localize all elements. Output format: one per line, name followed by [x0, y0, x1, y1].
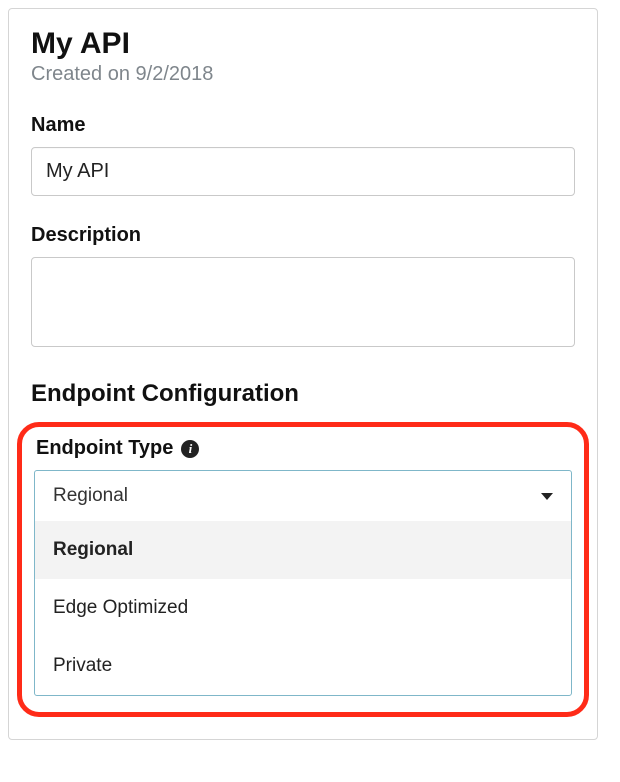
caret-down-icon: [541, 493, 553, 500]
option-private[interactable]: Private: [35, 637, 571, 695]
endpoint-type-select[interactable]: Regional Regional Edge Optimized Private: [34, 470, 572, 696]
option-edge-optimized[interactable]: Edge Optimized: [35, 579, 571, 637]
highlight-annotation: Endpoint Type i Regional Regional Edge O…: [17, 422, 589, 717]
endpoint-type-label: Endpoint Type i: [34, 437, 572, 460]
page-title: My API: [31, 27, 575, 61]
endpoint-type-selected[interactable]: Regional: [35, 471, 571, 521]
option-regional[interactable]: Regional: [35, 521, 571, 579]
endpoint-type-selected-text: Regional: [53, 485, 128, 507]
description-label: Description: [31, 224, 575, 247]
endpoint-type-label-text: Endpoint Type: [36, 437, 173, 460]
name-field-group: Name: [31, 114, 575, 196]
endpoint-config-title: Endpoint Configuration: [31, 380, 575, 408]
endpoint-type-options: Regional Edge Optimized Private: [35, 521, 571, 695]
name-label: Name: [31, 114, 575, 137]
description-field-group: Description: [31, 224, 575, 352]
name-input[interactable]: [31, 147, 575, 196]
description-textarea[interactable]: [31, 257, 575, 347]
api-settings-panel: My API Created on 9/2/2018 Name Descript…: [8, 8, 598, 740]
info-icon[interactable]: i: [181, 440, 199, 458]
created-on-text: Created on 9/2/2018: [31, 63, 575, 86]
